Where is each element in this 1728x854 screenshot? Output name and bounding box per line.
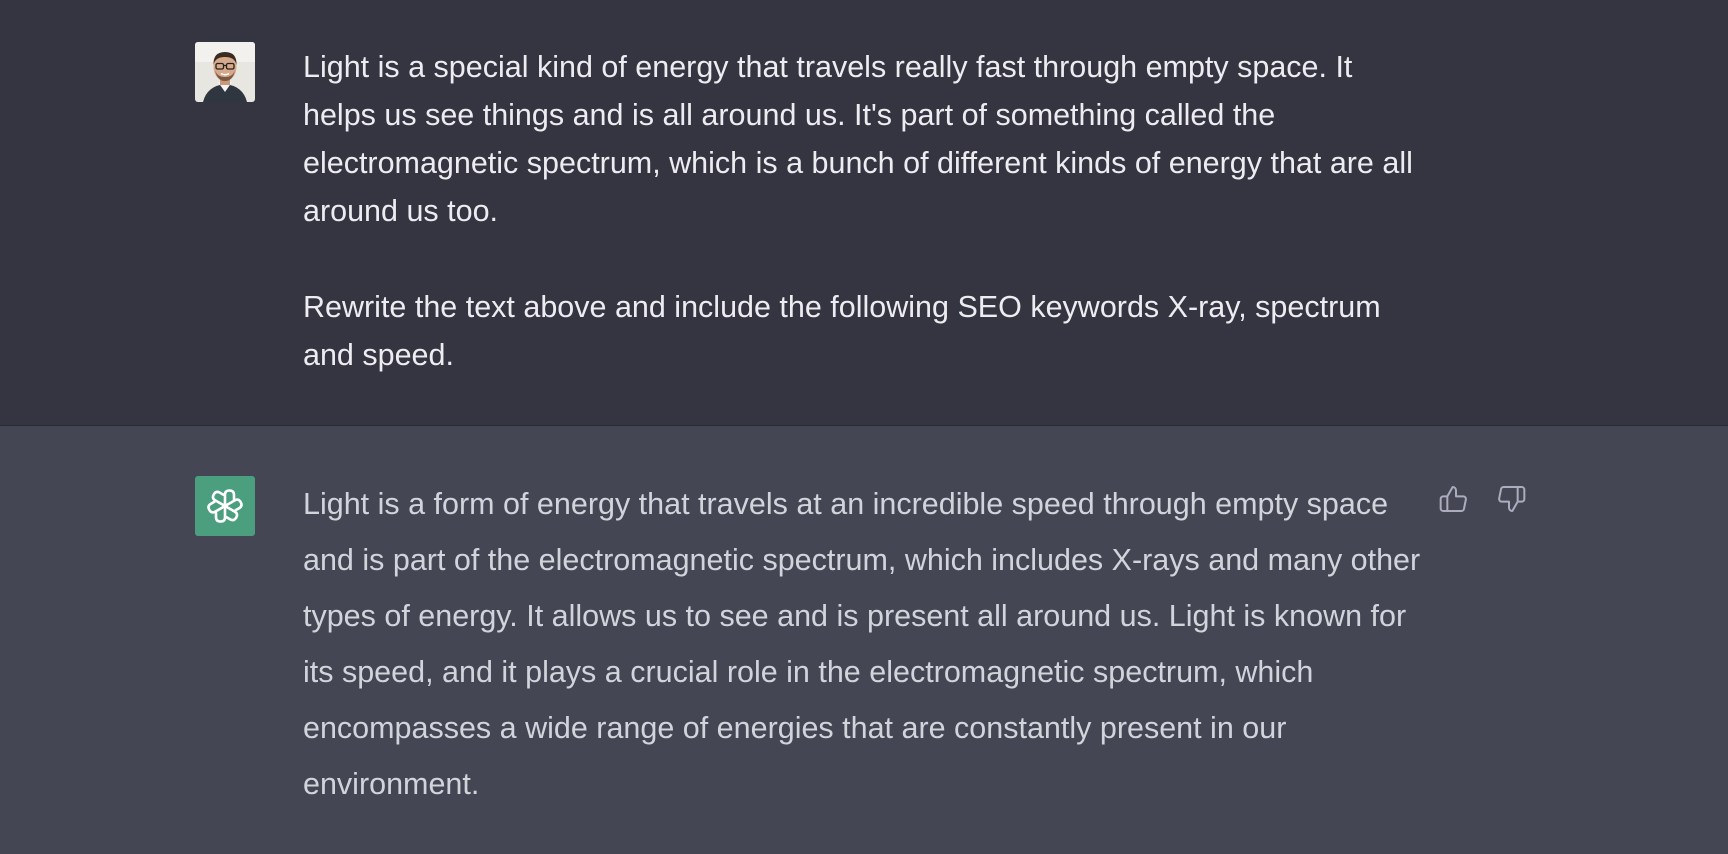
thumbs-up-icon	[1439, 486, 1467, 512]
assistant-avatar	[195, 476, 255, 536]
thumbs-down-icon	[1498, 486, 1526, 512]
assistant-message-text: Light is a form of energy that travels a…	[303, 487, 1429, 801]
assistant-message: Light is a form of energy that travels a…	[0, 426, 1728, 854]
thumbs-up-button[interactable]	[1436, 481, 1472, 517]
user-message: Light is a special kind of energy that t…	[0, 0, 1728, 426]
feedback-buttons	[1436, 481, 1529, 517]
user-avatar	[195, 42, 255, 102]
user-message-paragraph-2: Rewrite the text above and include the f…	[303, 290, 1390, 372]
user-message-paragraph-1: Light is a special kind of energy that t…	[303, 50, 1422, 228]
user-message-text: Light is a special kind of energy that t…	[303, 43, 1433, 379]
thumbs-down-button[interactable]	[1493, 481, 1529, 517]
user-photo-avatar-icon	[195, 42, 255, 102]
openai-logo-icon	[207, 489, 243, 523]
